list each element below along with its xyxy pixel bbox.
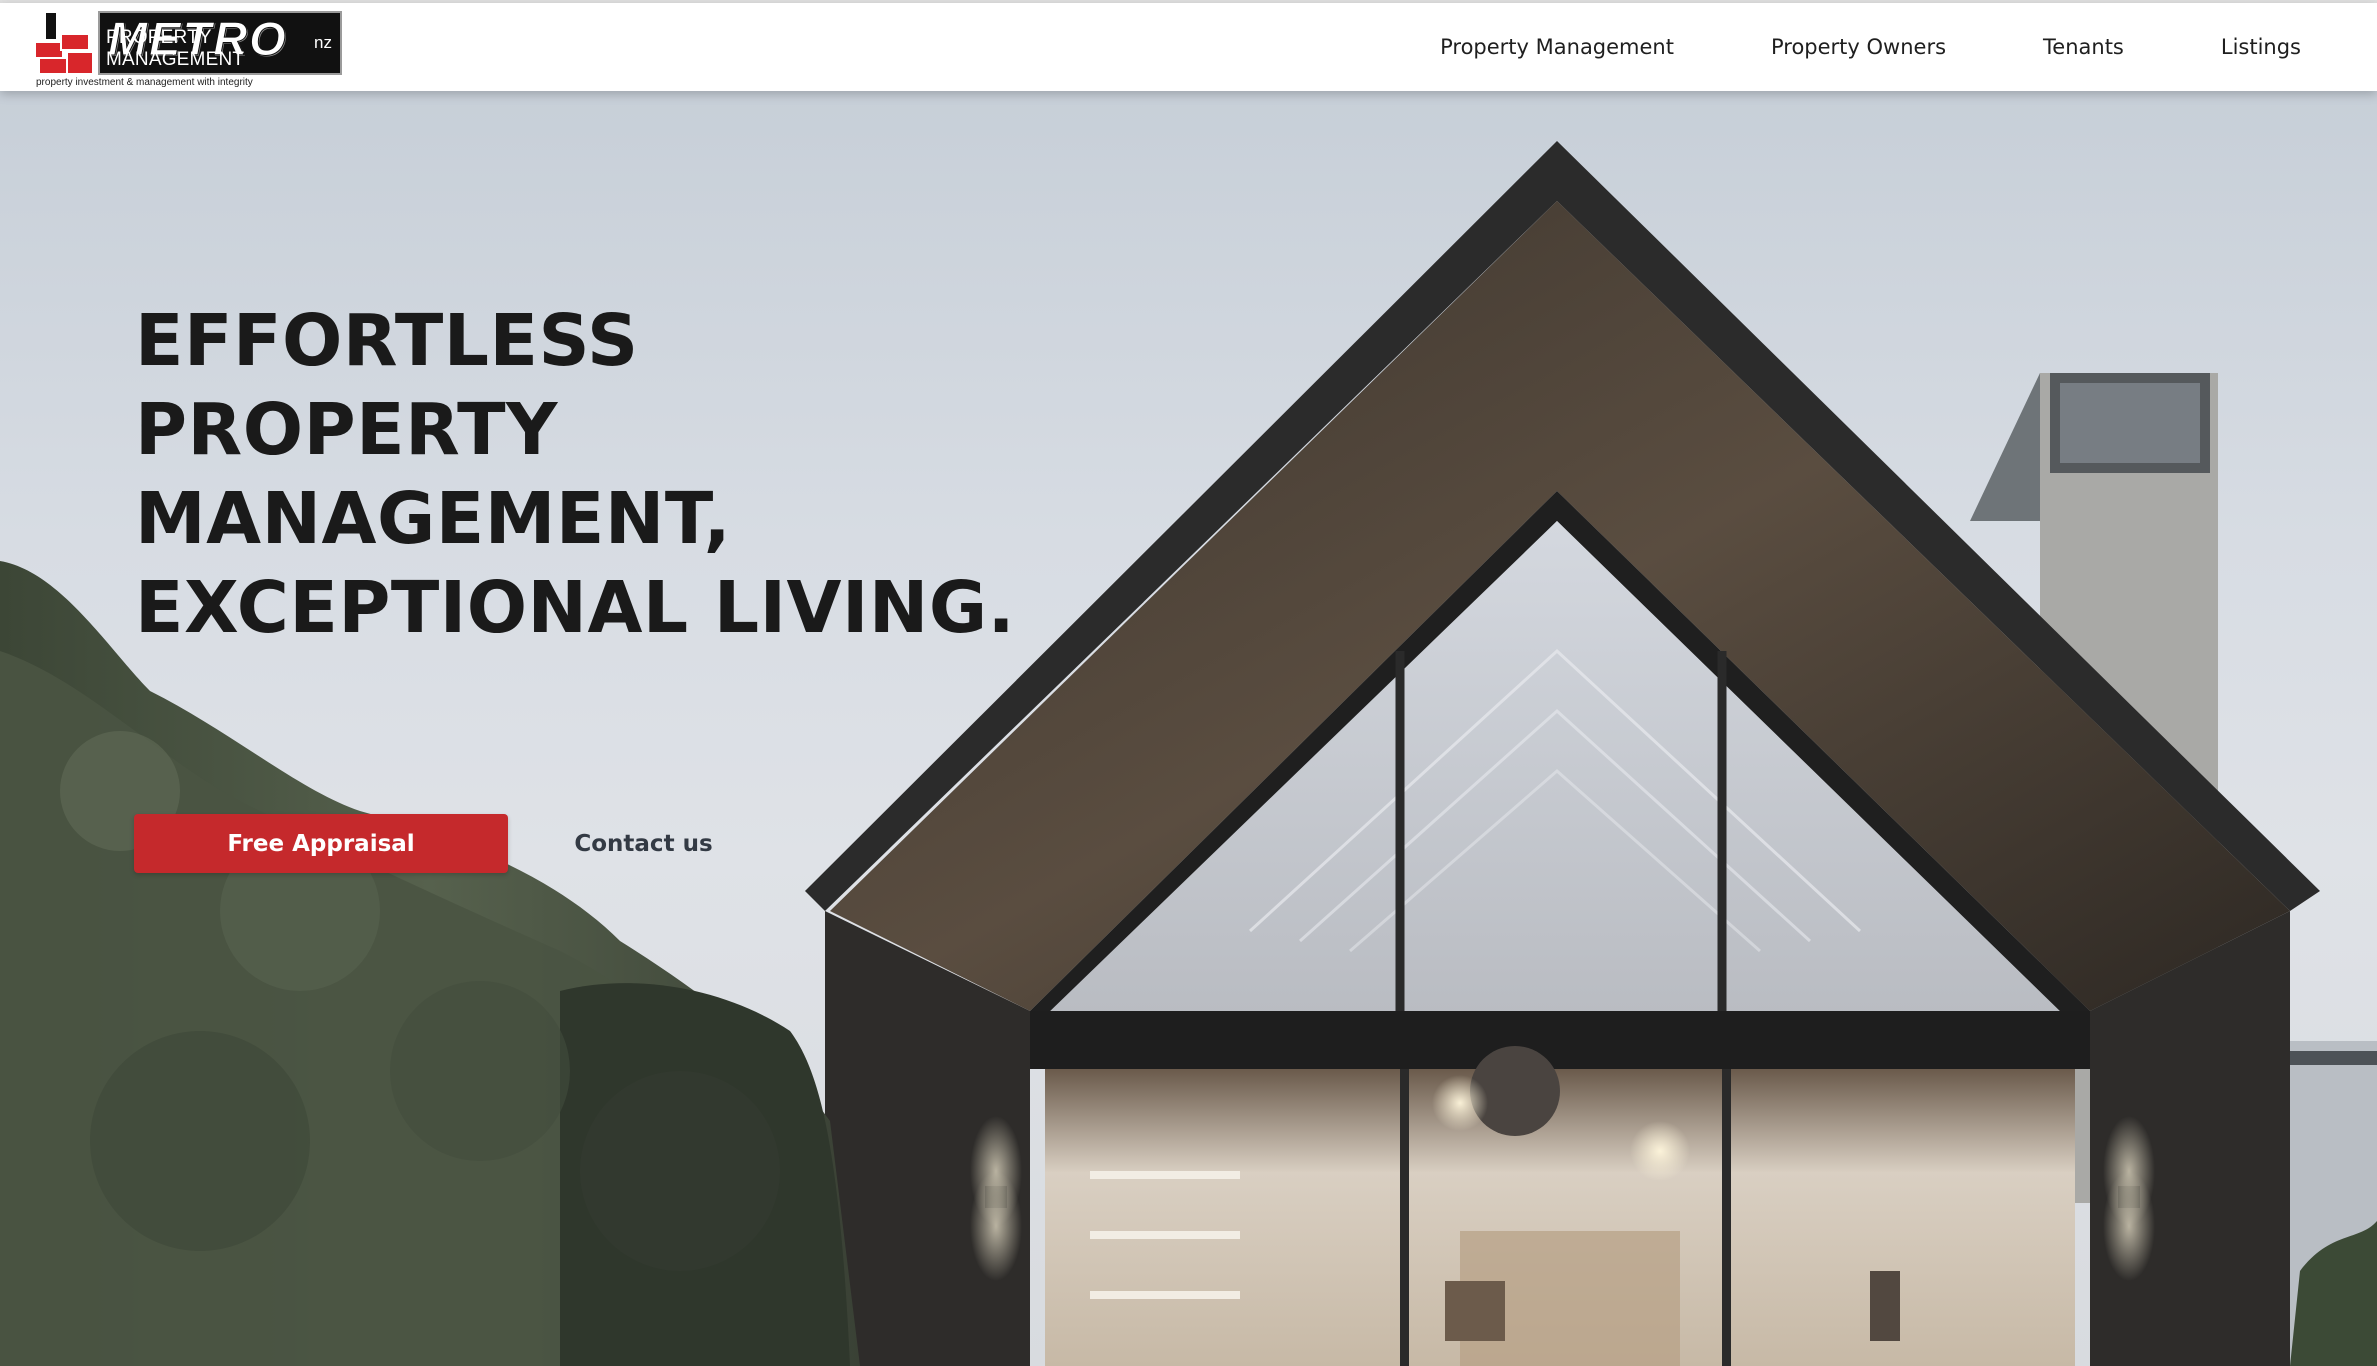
nav-tenants[interactable]: Tenants — [2043, 35, 2124, 59]
headline-line-2: MANAGEMENT, — [135, 477, 732, 560]
hero-headline: EFFORTLESS PROPERTY MANAGEMENT, EXCEPTIO… — [135, 296, 1035, 652]
site-header: METRO nz PROPERTY MANAGEMENT property in… — [0, 3, 2377, 91]
hero-house-image — [0, 141, 2377, 1366]
headline-line-1: EFFORTLESS PROPERTY — [135, 299, 639, 471]
contact-us-link[interactable]: Contact us — [546, 814, 741, 873]
nav-property-owners[interactable]: Property Owners — [1771, 35, 1946, 59]
logo-subtitle: PROPERTY MANAGEMENT — [106, 27, 245, 70]
metro-logo[interactable]: METRO nz PROPERTY MANAGEMENT property in… — [34, 11, 344, 91]
headline-line-3: EXCEPTIONAL LIVING. — [135, 566, 1016, 649]
logo-tagline: property investment & management with in… — [36, 77, 253, 88]
brick-logo-icon — [34, 11, 96, 75]
main-nav: Property Management Property Owners Tena… — [1440, 3, 2301, 91]
logo-wordmark: METRO nz PROPERTY MANAGEMENT — [98, 11, 342, 75]
free-appraisal-button[interactable]: Free Appraisal — [134, 814, 508, 873]
nav-listings[interactable]: Listings — [2221, 35, 2301, 59]
nav-property-management[interactable]: Property Management — [1440, 35, 1674, 59]
hero-section: EFFORTLESS PROPERTY MANAGEMENT, EXCEPTIO… — [0, 91, 2377, 1366]
